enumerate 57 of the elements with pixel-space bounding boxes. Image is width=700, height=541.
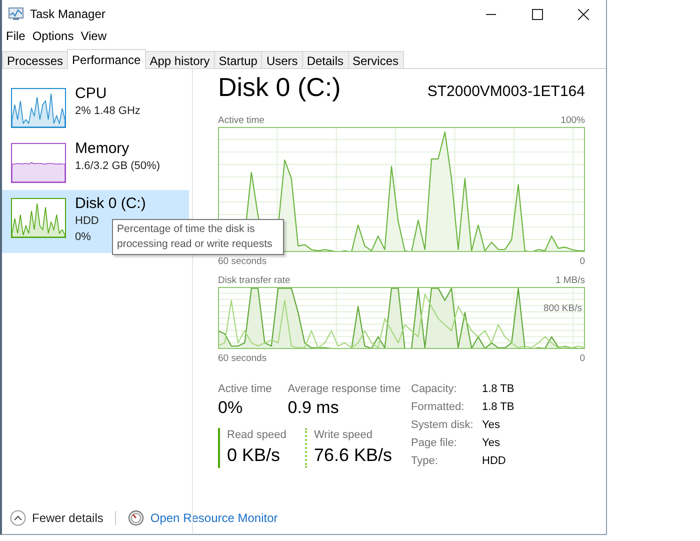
property-value: 1.8 TB [482,400,514,414]
tooltip: Percentage of time the disk is processing read or write requests [112,219,284,255]
tab[interactable]: Details [302,51,348,68]
stat-label: Average response time [288,382,401,396]
property-label: Capacity: [411,382,458,396]
tab[interactable]: App history [144,51,215,68]
app-icon [8,7,24,21]
property-label: Page file: [411,436,458,450]
item-name: CPU [75,85,107,103]
tab[interactable]: Users [261,51,303,68]
speed-label: Write speed [314,428,374,442]
property-value: HDD [482,454,507,468]
chart-max-label: 100% [560,114,585,126]
item-name: Disk 0 (C:) [75,195,146,213]
tab[interactable]: Services [348,51,404,68]
speed-value: 0 KB/s [227,444,282,467]
property-label: System disk: [411,418,474,432]
property-value: 1.8 TB [482,382,514,396]
menu-item[interactable]: File [6,29,26,45]
item-detail: 0% [75,230,91,245]
chart-scale-label: 800 KB/s [543,303,582,314]
disk-title: Disk 0 (C:) [218,71,341,104]
stat-value: 0.9 ms [288,397,340,419]
stat-value: 0% [218,397,244,419]
chevron-up-icon[interactable] [10,510,26,526]
window-title: Task Manager [30,7,106,21]
chart-label: Active time [218,114,264,126]
menu-item[interactable]: View [80,29,106,45]
item-detail: 2% 1.48 GHz [75,104,140,119]
sidebar-item[interactable]: Memory 1.6/3.2 GB (50%) [2,135,189,190]
tab[interactable]: Performance [67,49,146,69]
speed-label: Read speed [227,428,288,442]
axis-label: 60 seconds [218,352,267,364]
close-icon[interactable] [578,8,588,20]
disk-model: ST2000VM003-1ET164 [427,83,585,100]
menu-item[interactable]: Options [32,29,74,45]
axis-label: 0 [580,352,585,364]
item-detail: 1.6/3.2 GB (50%) [75,159,160,174]
fewer-details-link[interactable]: Fewer details [32,511,104,525]
item-detail: HDD [75,214,99,229]
stat-label: Active time [218,382,272,396]
resource-monitor-link[interactable]: Open Resource Monitor [150,511,278,525]
tab[interactable]: Startup [214,51,262,68]
chart-label: Disk transfer rate [218,274,290,286]
property-value: Yes [482,436,501,450]
maximize-icon[interactable] [532,8,542,20]
item-name: Memory [75,140,130,158]
tab[interactable]: Processes [2,51,68,68]
property-label: Type: [411,454,439,468]
property-value: Yes [482,418,501,432]
property-label: Formatted: [411,400,466,414]
axis-label: 60 seconds [218,256,267,266]
gauge-icon [128,510,144,526]
axis-label: 0 [580,256,585,266]
speed-value: 76.6 KB/s [314,444,392,467]
sidebar-item[interactable]: CPU 2% 1.48 GHz [2,80,189,135]
chart-max-label: 1 MB/s [555,274,585,286]
